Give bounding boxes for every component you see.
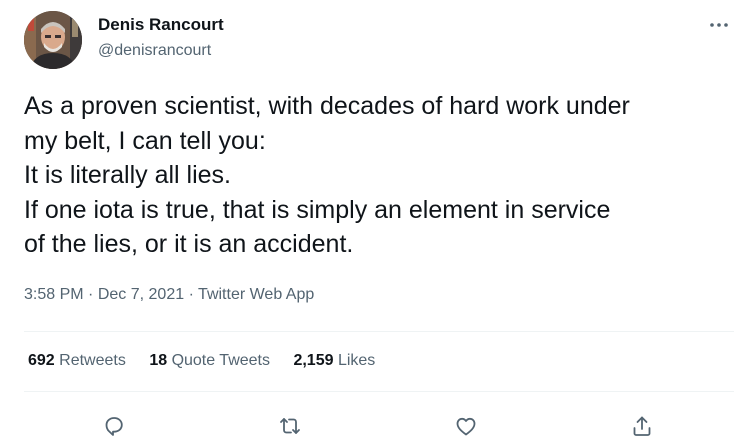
user-handle[interactable]: @denisrancourt xyxy=(98,42,211,60)
quote-tweets-label: Quote Tweets xyxy=(171,352,270,369)
tweet-source[interactable]: Twitter Web App xyxy=(198,286,314,303)
reply-icon[interactable] xyxy=(100,412,128,440)
retweets-count: 692 xyxy=(28,352,55,369)
tweet-text-line: It is literally all lies. xyxy=(24,161,231,189)
like-icon[interactable] xyxy=(452,412,480,440)
retweets-stat[interactable]: 692 Retweets xyxy=(28,352,126,370)
meta-separator: · xyxy=(88,286,94,303)
quote-tweets-count: 18 xyxy=(149,352,168,369)
retweets-label: Retweets xyxy=(59,352,126,369)
avatar[interactable] xyxy=(24,11,82,69)
retweet-icon[interactable] xyxy=(276,412,304,440)
divider xyxy=(24,391,734,392)
tweet-text: As a proven scientist, with decades of h… xyxy=(24,89,736,262)
likes-count: 2,159 xyxy=(293,352,334,369)
tweet-time[interactable]: 3:58 PM xyxy=(24,286,84,303)
tweet-text-line: my belt, I can tell you: xyxy=(24,126,266,155)
meta-separator: · xyxy=(188,286,194,303)
tweet-text-line: of the lies, or it is an accident. xyxy=(24,230,354,258)
engagement-stats: 692 Retweets 18 Quote Tweets 2,159 Likes xyxy=(28,352,394,370)
tweet-date[interactable]: Dec 7, 2021 xyxy=(98,286,184,303)
tweet-metadata: 3:58 PM · Dec 7, 2021 · Twitter Web App xyxy=(24,286,314,304)
tweet-text-line: If one iota is true, that is simply an e… xyxy=(24,195,611,224)
display-name[interactable]: Denis Rancourt xyxy=(98,15,224,35)
quote-tweets-stat[interactable]: 18 Quote Tweets xyxy=(149,352,270,370)
more-options-icon[interactable] xyxy=(708,14,730,36)
likes-stat[interactable]: 2,159 Likes xyxy=(293,352,375,370)
tweet-text-line: As a proven scientist, with decades of h… xyxy=(24,92,630,120)
likes-label: Likes xyxy=(337,352,376,369)
divider xyxy=(24,331,734,332)
share-icon[interactable] xyxy=(628,412,656,440)
